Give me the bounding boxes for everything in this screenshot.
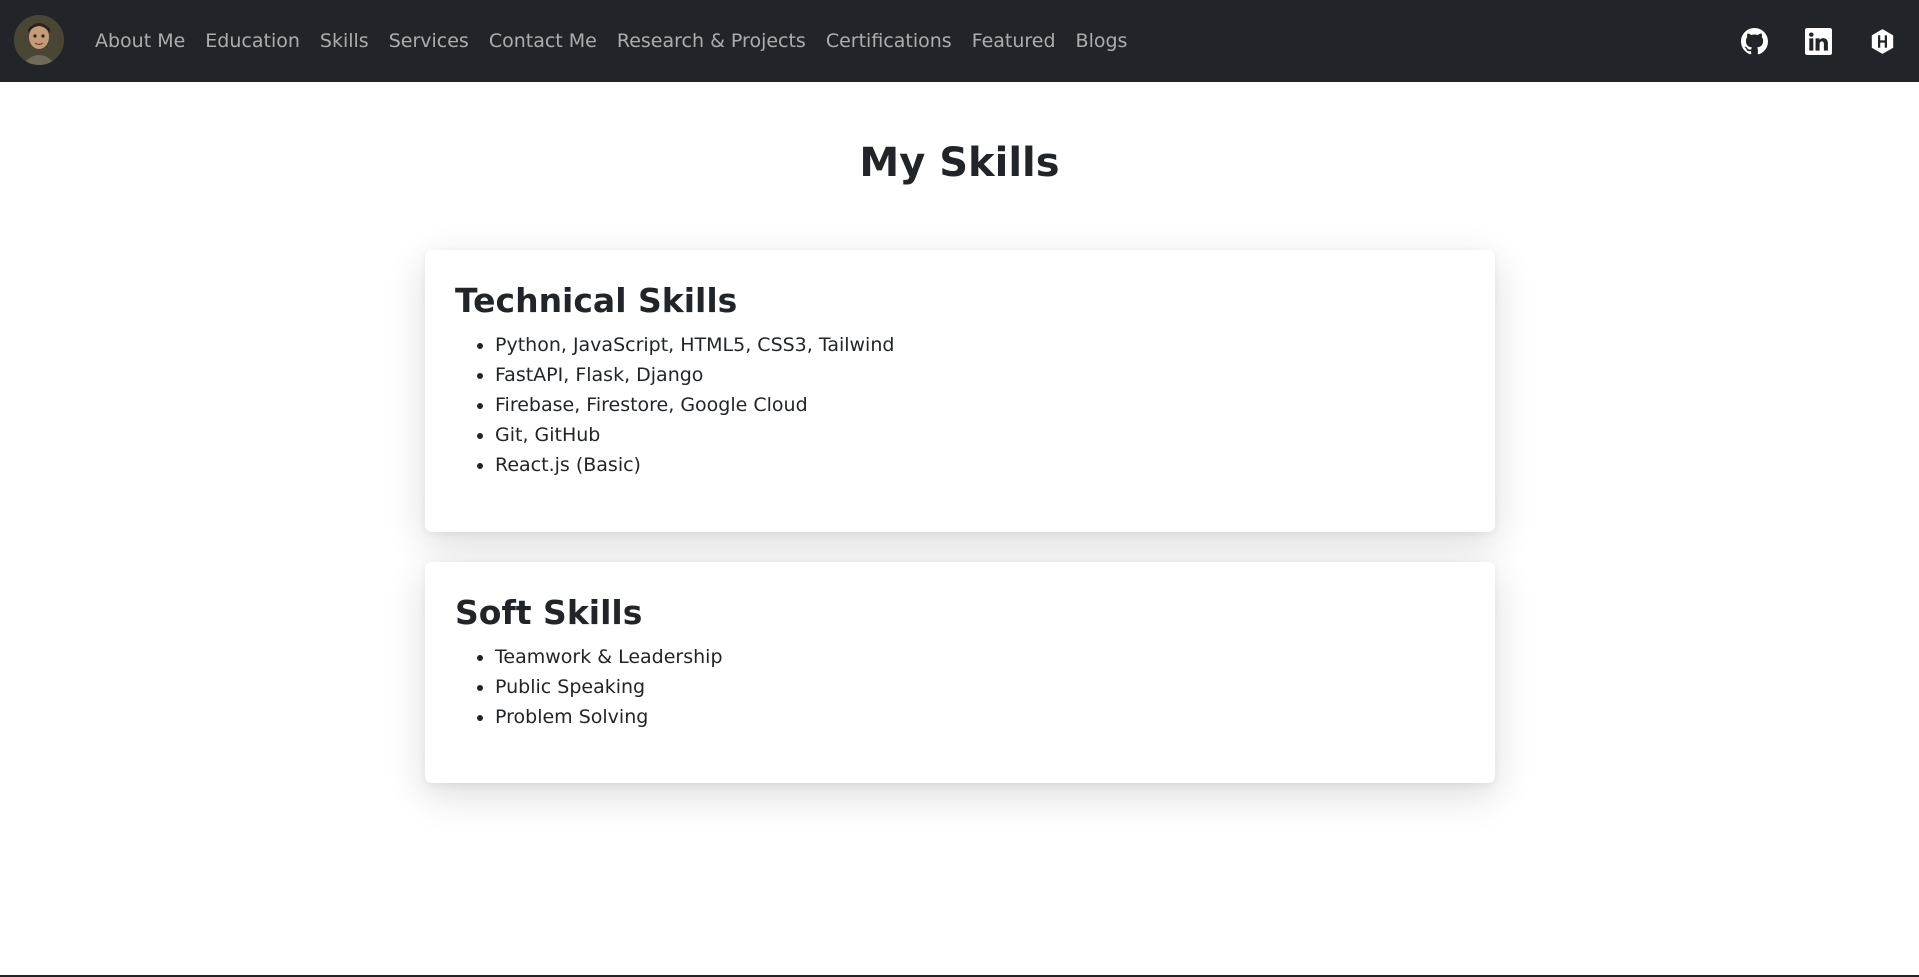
linkedin-icon[interactable] — [1803, 26, 1833, 56]
technical-skills-card: Technical Skills Python, JavaScript, HTM… — [425, 250, 1495, 532]
hashnode-icon[interactable] — [1867, 26, 1897, 56]
soft-skills-card: Soft Skills Teamwork & Leadership Public… — [425, 562, 1495, 783]
nav-links: About Me Education Skills Services Conta… — [85, 0, 1137, 82]
list-item: Teamwork & Leadership — [495, 642, 1465, 672]
list-item: React.js (Basic) — [495, 450, 1465, 480]
nav-link-featured[interactable]: Featured — [962, 30, 1066, 52]
social-icons — [1739, 0, 1897, 82]
list-item: FastAPI, Flask, Django — [495, 360, 1465, 390]
nav-link-services[interactable]: Services — [379, 30, 479, 52]
soft-skills-list: Teamwork & Leadership Public Speaking Pr… — [455, 642, 1465, 732]
soft-skills-heading: Soft Skills — [455, 593, 643, 632]
page-title: My Skills — [859, 140, 1060, 186]
nav-link-contact-me[interactable]: Contact Me — [479, 30, 607, 52]
list-item: Firebase, Firestore, Google Cloud — [495, 390, 1465, 420]
list-item: Python, JavaScript, HTML5, CSS3, Tailwin… — [495, 330, 1465, 360]
technical-skills-list: Python, JavaScript, HTML5, CSS3, Tailwin… — [455, 330, 1465, 480]
list-item: Git, GitHub — [495, 420, 1465, 450]
list-item: Public Speaking — [495, 672, 1465, 702]
nav-link-certifications[interactable]: Certifications — [816, 30, 962, 52]
nav-link-skills[interactable]: Skills — [310, 30, 379, 52]
github-icon[interactable] — [1739, 26, 1769, 56]
avatar[interactable] — [14, 15, 64, 65]
list-item: Problem Solving — [495, 702, 1465, 732]
technical-skills-heading: Technical Skills — [455, 281, 738, 320]
avatar-photo-icon — [14, 15, 64, 65]
nav-link-education[interactable]: Education — [195, 30, 310, 52]
top-navbar: About Me Education Skills Services Conta… — [0, 0, 1919, 82]
nav-link-blogs[interactable]: Blogs — [1066, 30, 1138, 52]
nav-link-research-projects[interactable]: Research & Projects — [607, 30, 816, 52]
nav-link-about-me[interactable]: About Me — [85, 30, 195, 52]
